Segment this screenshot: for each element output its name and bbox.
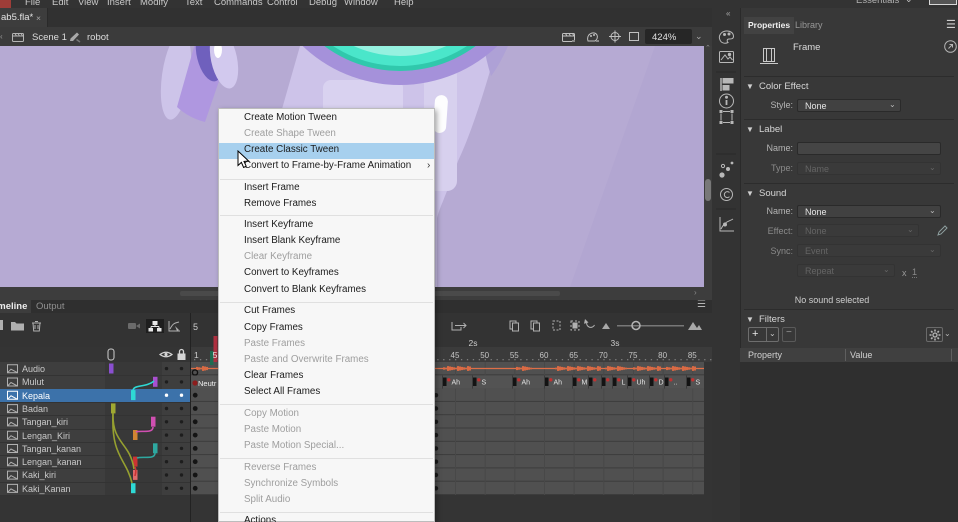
- svg-text:Ah: Ah: [554, 380, 563, 387]
- svg-text:1: 1: [194, 350, 199, 360]
- svg-text:Ah: Ah: [522, 380, 531, 387]
- svg-text:3s: 3s: [611, 338, 620, 348]
- svg-text:60: 60: [540, 351, 549, 360]
- svg-text:Uh: Uh: [637, 380, 646, 387]
- svg-text:80: 80: [658, 351, 667, 360]
- svg-text:..: ..: [674, 380, 678, 387]
- svg-text:L: L: [622, 380, 626, 387]
- svg-text:55: 55: [510, 351, 519, 360]
- svg-text:5: 5: [213, 350, 218, 360]
- svg-text:2s: 2s: [469, 338, 478, 348]
- svg-text:70: 70: [599, 351, 608, 360]
- svg-text:50: 50: [480, 351, 489, 360]
- svg-text:Neutr: Neutr: [198, 379, 217, 388]
- svg-text:85: 85: [688, 351, 697, 360]
- svg-text:M: M: [582, 380, 588, 387]
- svg-text:45: 45: [451, 351, 460, 360]
- svg-text:S: S: [696, 380, 701, 387]
- svg-text:75: 75: [629, 351, 638, 360]
- svg-text:Ah: Ah: [452, 380, 461, 387]
- svg-text:65: 65: [569, 351, 578, 360]
- svg-text:D: D: [659, 380, 664, 387]
- svg-text:S: S: [482, 380, 487, 387]
